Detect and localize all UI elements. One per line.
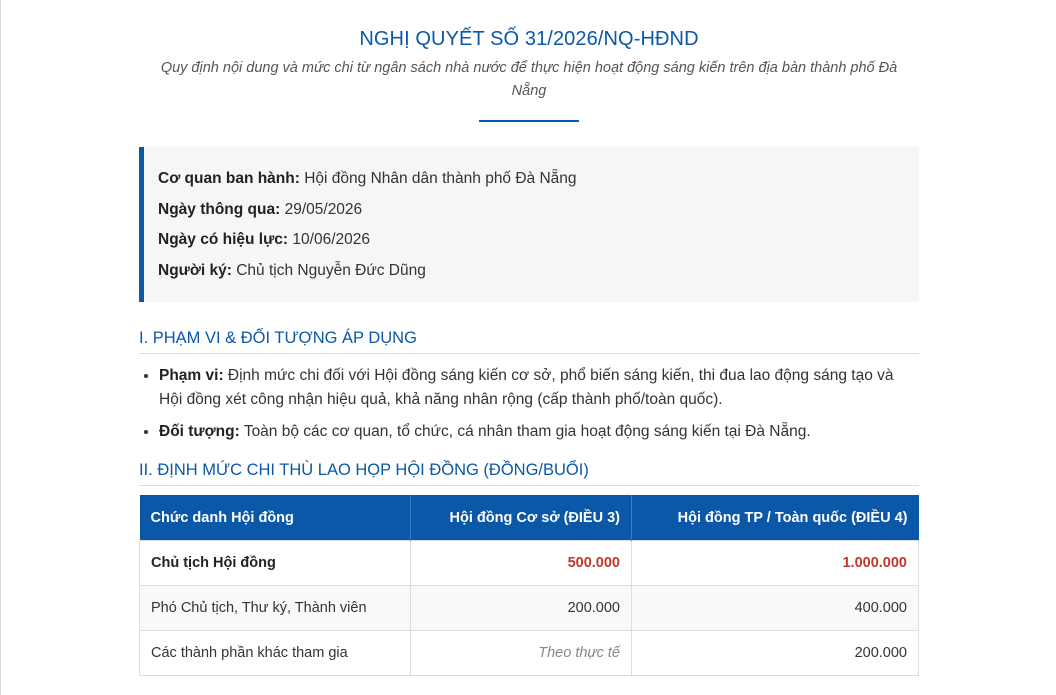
cell-role: Chủ tịch Hội đồng xyxy=(139,540,411,586)
section-heading-rates: II. ĐỊNH MỨC CHI THÙ LAO HỌP HỘI ĐỒNG (Đ… xyxy=(139,461,919,486)
scope-list: Phạm vi: Định mức chi đối với Hội đồng s… xyxy=(139,364,919,444)
table-row: Phó Chủ tịch, Thư ký, Thành viên 200.000… xyxy=(139,585,919,631)
cell-role: Phó Chủ tịch, Thư ký, Thành viên xyxy=(139,585,411,631)
info-label: Ngày có hiệu lực: xyxy=(158,231,289,248)
list-item-label: Phạm vi: xyxy=(159,367,224,384)
info-value: 10/06/2026 xyxy=(292,231,370,248)
list-item: Đối tượng: Toàn bộ các cơ quan, tổ chức,… xyxy=(159,420,919,444)
cell-role: Các thành phần khác tham gia xyxy=(139,630,411,676)
document-info-box: Cơ quan ban hành: Hội đồng Nhân dân thàn… xyxy=(139,147,919,302)
cell-base-amount: 200.000 xyxy=(410,585,632,631)
list-item-text: Định mức chi đối với Hội đồng sáng kiến … xyxy=(159,367,894,408)
cell-city-amount: 400.000 xyxy=(631,585,919,631)
title-divider xyxy=(479,120,579,122)
document-subtitle: Quy định nội dung và mức chi từ ngân sác… xyxy=(160,60,898,99)
info-value: 29/05/2026 xyxy=(284,200,363,218)
list-item-text: Toàn bộ các cơ quan, tổ chức, cá nhân th… xyxy=(243,423,811,440)
info-value: Hội đồng Nhân dân thành phố Đà Nẵng xyxy=(304,170,577,187)
cell-base-amount: 500.000 xyxy=(410,540,632,586)
info-label: Ngày thông qua: xyxy=(158,200,281,218)
cell-city-amount: 1.000.000 xyxy=(631,540,919,586)
table-header-row: Chức danh Hội đồng Hội đồng Cơ sở (ĐIỀU … xyxy=(139,495,919,541)
info-row-effective-date: Ngày có hiệu lực: 10/06/2026 xyxy=(158,227,919,258)
info-value: Chủ tịch Nguyễn Đức Dũng xyxy=(236,261,426,279)
table-row: Các thành phần khác tham gia Theo thực t… xyxy=(139,630,919,676)
info-label: Người ký: xyxy=(158,261,232,279)
table-row: Chủ tịch Hội đồng 500.000 1.000.000 xyxy=(139,540,919,586)
document-title: NGHỊ QUYẾT SỐ 31/2026/NQ-HĐND xyxy=(359,28,699,50)
info-label: Cơ quan ban hành: xyxy=(158,170,300,187)
page: NGHỊ QUYẾT SỐ 31/2026/NQ-HĐND Quy định n… xyxy=(0,0,1056,695)
list-item: Phạm vi: Định mức chi đối với Hội đồng s… xyxy=(159,364,919,412)
info-row-issuer: Cơ quan ban hành: Hội đồng Nhân dân thàn… xyxy=(158,166,919,197)
rates-table: Chức danh Hội đồng Hội đồng Cơ sở (ĐIỀU … xyxy=(139,495,919,676)
info-row-signer: Người ký: Chủ tịch Nguyễn Đức Dũng xyxy=(158,258,919,289)
document-container: NGHỊ QUYẾT SỐ 31/2026/NQ-HĐND Quy định n… xyxy=(139,0,919,676)
page-edge-divider xyxy=(0,0,1,695)
cell-base-amount: Theo thực tế xyxy=(410,630,632,676)
column-header-base-council: Hội đồng Cơ sở (ĐIỀU 3) xyxy=(410,495,632,541)
cell-city-amount: 200.000 xyxy=(631,630,919,676)
list-item-label: Đối tượng: xyxy=(159,423,240,440)
section-heading-scope: I. PHẠM VI & ĐỐI TƯỢNG ÁP DỤNG xyxy=(139,329,919,354)
column-header-role: Chức danh Hội đồng xyxy=(139,495,411,541)
info-row-passed-date: Ngày thông qua: 29/05/2026 xyxy=(158,197,919,228)
column-header-city-council: Hội đồng TP / Toàn quốc (ĐIỀU 4) xyxy=(631,495,919,541)
